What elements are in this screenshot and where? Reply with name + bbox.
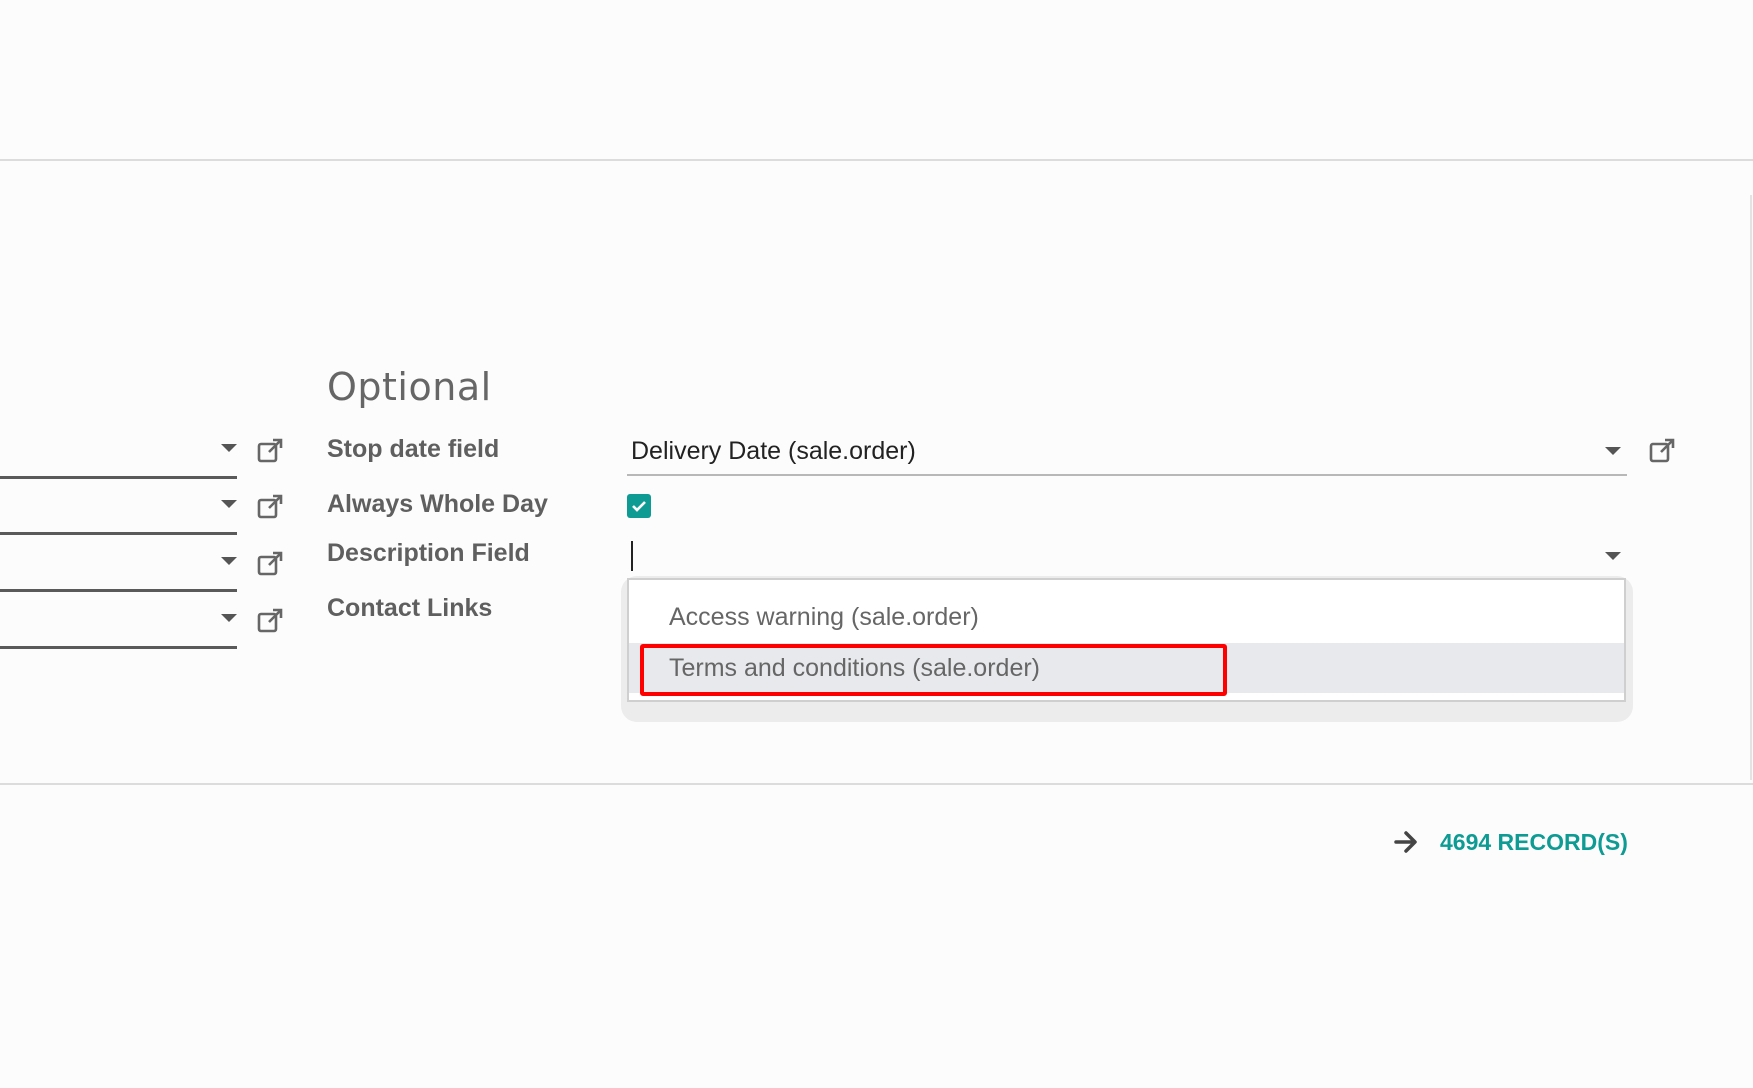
bottom-divider xyxy=(0,783,1753,785)
left-field-4[interactable] xyxy=(0,598,237,649)
caret-down-icon[interactable] xyxy=(1605,447,1621,455)
caret-down-icon[interactable] xyxy=(221,614,237,622)
description-field-label: Description Field xyxy=(327,539,530,567)
right-divider xyxy=(1750,195,1752,780)
caret-down-icon[interactable] xyxy=(1605,552,1621,560)
records-count[interactable]: 4694 RECORD(S) xyxy=(1440,829,1628,856)
caret-down-icon[interactable] xyxy=(221,557,237,565)
external-link-icon[interactable] xyxy=(256,607,284,635)
form-view: Optional Stop date field Delivery Date (… xyxy=(0,0,1753,1088)
top-divider xyxy=(0,159,1753,161)
stop-date-value: Delivery Date (sale.order) xyxy=(631,437,916,465)
contact-links-label: Contact Links xyxy=(327,594,493,622)
stop-date-field[interactable]: Delivery Date (sale.order) xyxy=(627,430,1627,476)
always-whole-day-label: Always Whole Day xyxy=(327,490,548,518)
caret-down-icon[interactable] xyxy=(221,444,237,452)
caret-down-icon[interactable] xyxy=(221,500,237,508)
left-field-3[interactable] xyxy=(0,541,237,592)
external-link-icon[interactable] xyxy=(256,437,284,465)
section-title: Optional xyxy=(327,365,492,409)
external-link-icon[interactable] xyxy=(1648,437,1676,465)
left-field-2[interactable] xyxy=(0,484,237,535)
autocomplete-dropdown: Access warning (sale.order) Terms and co… xyxy=(627,578,1626,702)
description-field-input[interactable] xyxy=(627,531,1627,579)
checkmark-icon xyxy=(632,501,646,512)
left-field-1[interactable] xyxy=(0,428,237,479)
external-link-icon[interactable] xyxy=(256,493,284,521)
dropdown-option-active[interactable]: Terms and conditions (sale.order) xyxy=(629,643,1624,693)
arrow-right-icon xyxy=(1394,831,1417,853)
always-whole-day-checkbox[interactable] xyxy=(627,494,651,518)
dropdown-option[interactable]: Access warning (sale.order) xyxy=(629,592,1624,642)
external-link-icon[interactable] xyxy=(256,550,284,578)
stop-date-label: Stop date field xyxy=(327,435,500,463)
text-cursor xyxy=(631,541,633,571)
